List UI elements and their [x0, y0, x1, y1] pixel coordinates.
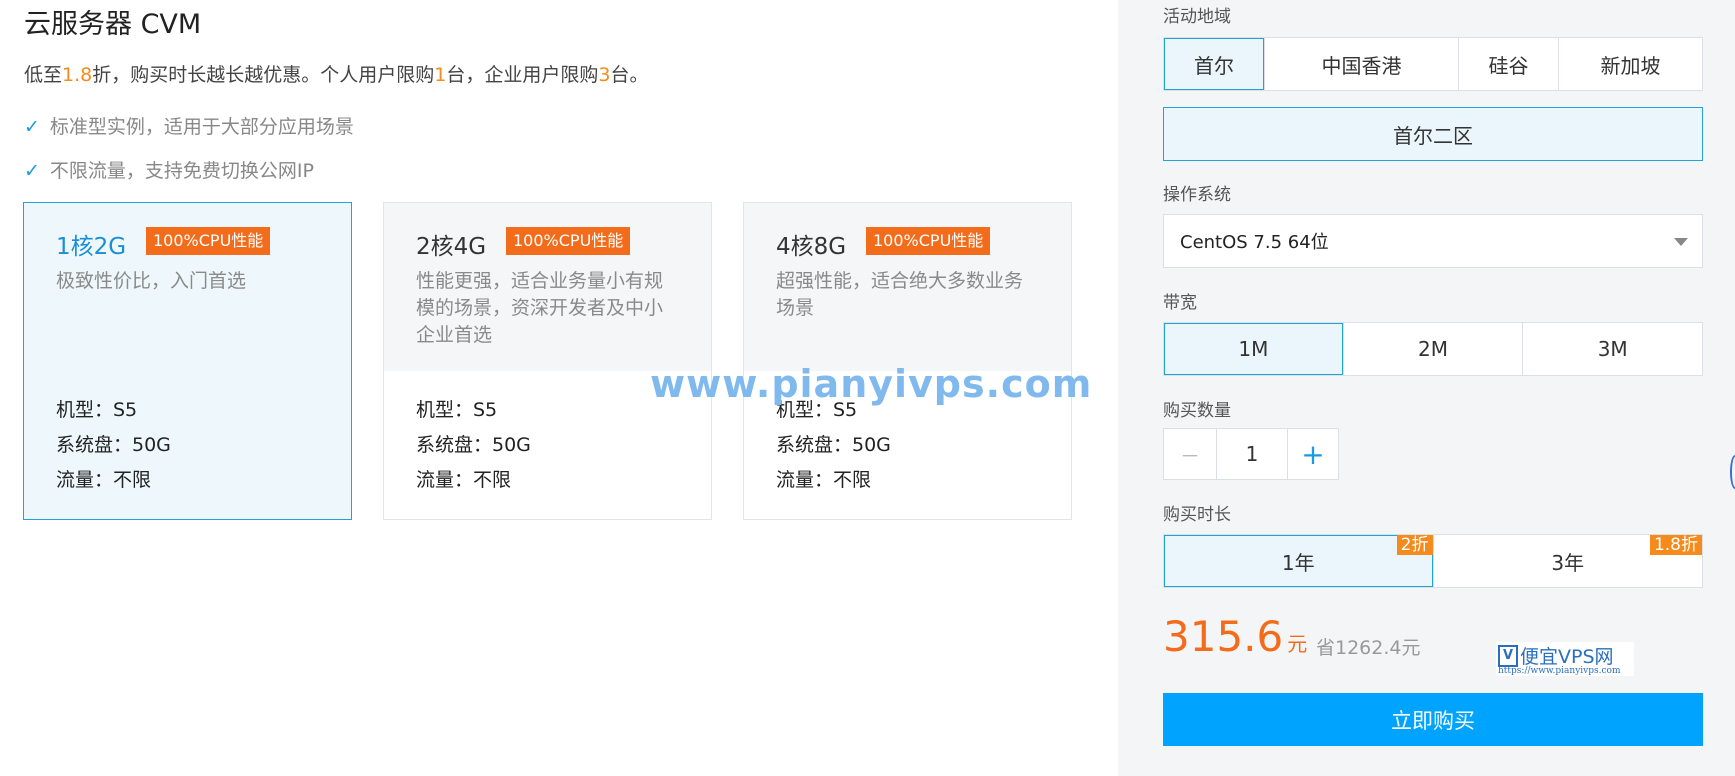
os-label: 操作系统 — [1163, 185, 1231, 205]
plan-name: 4核8G — [776, 234, 847, 260]
duration-text: 3年 — [1551, 550, 1585, 575]
feature-item: ✓ 不限流量，支持免费切换公网IP — [24, 156, 314, 183]
page-title: 云服务器 CVM — [24, 9, 202, 40]
plan-card-4c8g[interactable]: 4核8G 100%CPU性能 超强性能，适合绝大多数业务场景 机型：S5 系统盘… — [743, 202, 1072, 520]
bandwidth-option-1m[interactable]: 1M — [1164, 323, 1343, 375]
promo-intro: 低至1.8折，购买时长越长越优惠。个人用户限购1台，企业用户限购3台。 — [24, 60, 648, 87]
spec-traffic: 流量：不限 — [56, 469, 152, 491]
plan-description: 超强性能，适合绝大多数业务场景 — [776, 270, 1024, 319]
duration-label: 购买时长 — [1163, 505, 1231, 525]
check-icon: ✓ — [24, 116, 40, 138]
os-selected-value: CentOS 7.5 64位 — [1180, 232, 1329, 253]
chevron-down-icon — [1674, 238, 1688, 246]
purchase-config-panel: 活动地域 首尔 中国香港 硅谷 新加坡 首尔二区 操作系统 CentOS 7.5… — [1118, 0, 1735, 776]
spec-disk: 系统盘：50G — [416, 434, 531, 456]
region-option-siliconvalley[interactable]: 硅谷 — [1458, 38, 1558, 90]
intro-text: 低至 — [24, 64, 63, 86]
site-logo: V 便宜VPS网 https://www.pianyivps.com — [1496, 642, 1634, 676]
price-unit: 元 — [1287, 632, 1308, 656]
zone-option-seoul-2[interactable]: 首尔二区 — [1163, 107, 1703, 161]
discount-badge: 1.8折 — [1649, 535, 1702, 555]
region-selector: 首尔 中国香港 硅谷 新加坡 — [1163, 37, 1703, 91]
region-option-seoul[interactable]: 首尔 — [1164, 38, 1264, 90]
cpu-badge: 100%CPU性能 — [866, 227, 991, 255]
plan-name: 1核2G — [56, 234, 127, 260]
duration-option-1y[interactable]: 1年 2折 — [1164, 535, 1433, 587]
bandwidth-option-2m[interactable]: 2M — [1342, 323, 1523, 375]
plus-button[interactable]: + — [1288, 429, 1338, 479]
duration-text: 1年 — [1281, 550, 1315, 575]
cpu-badge: 100%CPU性能 — [506, 227, 631, 255]
price-display: 315.6 元 — [1163, 612, 1307, 661]
plan-card-1c2g[interactable]: 1核2G 100%CPU性能 极致性价比，入门首选 机型：S5 系统盘：50G … — [23, 202, 352, 520]
spec-model: 机型：S5 — [416, 399, 498, 421]
savings-text: 省1262.4元 — [1316, 637, 1421, 659]
plan-name: 2核4G — [416, 234, 487, 260]
logo-url: https://www.pianyivps.com — [1498, 666, 1621, 676]
discount-badge: 2折 — [1396, 535, 1433, 555]
minus-button[interactable]: － — [1164, 429, 1217, 479]
duration-selector: 1年 2折 3年 1.8折 — [1163, 534, 1703, 588]
spec-disk: 系统盘：50G — [56, 434, 171, 456]
plan-specs: 机型：S5 系统盘：50G 流量：不限 — [776, 393, 891, 498]
intro-discount: 1.8 — [62, 64, 93, 86]
plan-description: 性能更强，适合业务量小有规模的场景，资深开发者及中小企业首选 — [416, 270, 664, 346]
plan-card-2c4g[interactable]: 2核4G 100%CPU性能 性能更强，适合业务量小有规模的场景，资深开发者及中… — [383, 202, 712, 520]
spec-model: 机型：S5 — [56, 399, 138, 421]
cpu-badge: 100%CPU性能 — [146, 227, 271, 255]
price-value: 315.6 — [1163, 612, 1284, 661]
quantity-label: 购买数量 — [1163, 401, 1231, 421]
check-icon: ✓ — [24, 160, 40, 182]
plan-specs: 机型：S5 系统盘：50G 流量：不限 — [416, 393, 531, 498]
site-watermark: www.pianyivps.com — [650, 362, 1093, 406]
product-panel: 云服务器 CVM 低至1.8折，购买时长越长越优惠。个人用户限购1台，企业用户限… — [0, 0, 1118, 776]
spec-traffic: 流量：不限 — [776, 469, 872, 491]
feature-text: 标准型实例，适用于大部分应用场景 — [49, 116, 354, 138]
duration-option-3y[interactable]: 3年 1.8折 — [1432, 535, 1702, 587]
region-option-hongkong[interactable]: 中国香港 — [1264, 38, 1458, 90]
bandwidth-option-3m[interactable]: 3M — [1522, 323, 1702, 375]
feature-item: ✓ 标准型实例，适用于大部分应用场景 — [24, 112, 354, 139]
feature-text: 不限流量，支持免费切换公网IP — [49, 160, 314, 182]
plan-description: 极致性价比，入门首选 — [56, 270, 247, 292]
intro-text: 台。 — [610, 64, 649, 86]
scroll-handle-icon[interactable] — [1730, 455, 1735, 489]
buy-now-button[interactable]: 立即购买 — [1163, 693, 1703, 746]
intro-enterprise-limit: 3 — [598, 64, 611, 86]
intro-personal-limit: 1 — [434, 64, 447, 86]
intro-text: 折，购买时长越长越优惠。个人用户限购 — [92, 64, 435, 86]
region-option-singapore[interactable]: 新加坡 — [1558, 38, 1702, 90]
logo-name: 便宜VPS网 — [1520, 646, 1614, 668]
spec-disk: 系统盘：50G — [776, 434, 891, 456]
intro-text: 台，企业用户限购 — [446, 64, 599, 86]
v-logo-icon: V — [1498, 645, 1518, 667]
spec-traffic: 流量：不限 — [416, 469, 512, 491]
quantity-input[interactable]: 1 — [1217, 429, 1288, 479]
plan-specs: 机型：S5 系统盘：50G 流量：不限 — [56, 393, 171, 498]
quantity-stepper: － 1 + — [1163, 428, 1339, 480]
os-select[interactable]: CentOS 7.5 64位 — [1163, 214, 1703, 268]
bandwidth-label: 带宽 — [1163, 293, 1197, 313]
region-label: 活动地域 — [1163, 7, 1231, 27]
bandwidth-selector: 1M 2M 3M — [1163, 322, 1703, 376]
